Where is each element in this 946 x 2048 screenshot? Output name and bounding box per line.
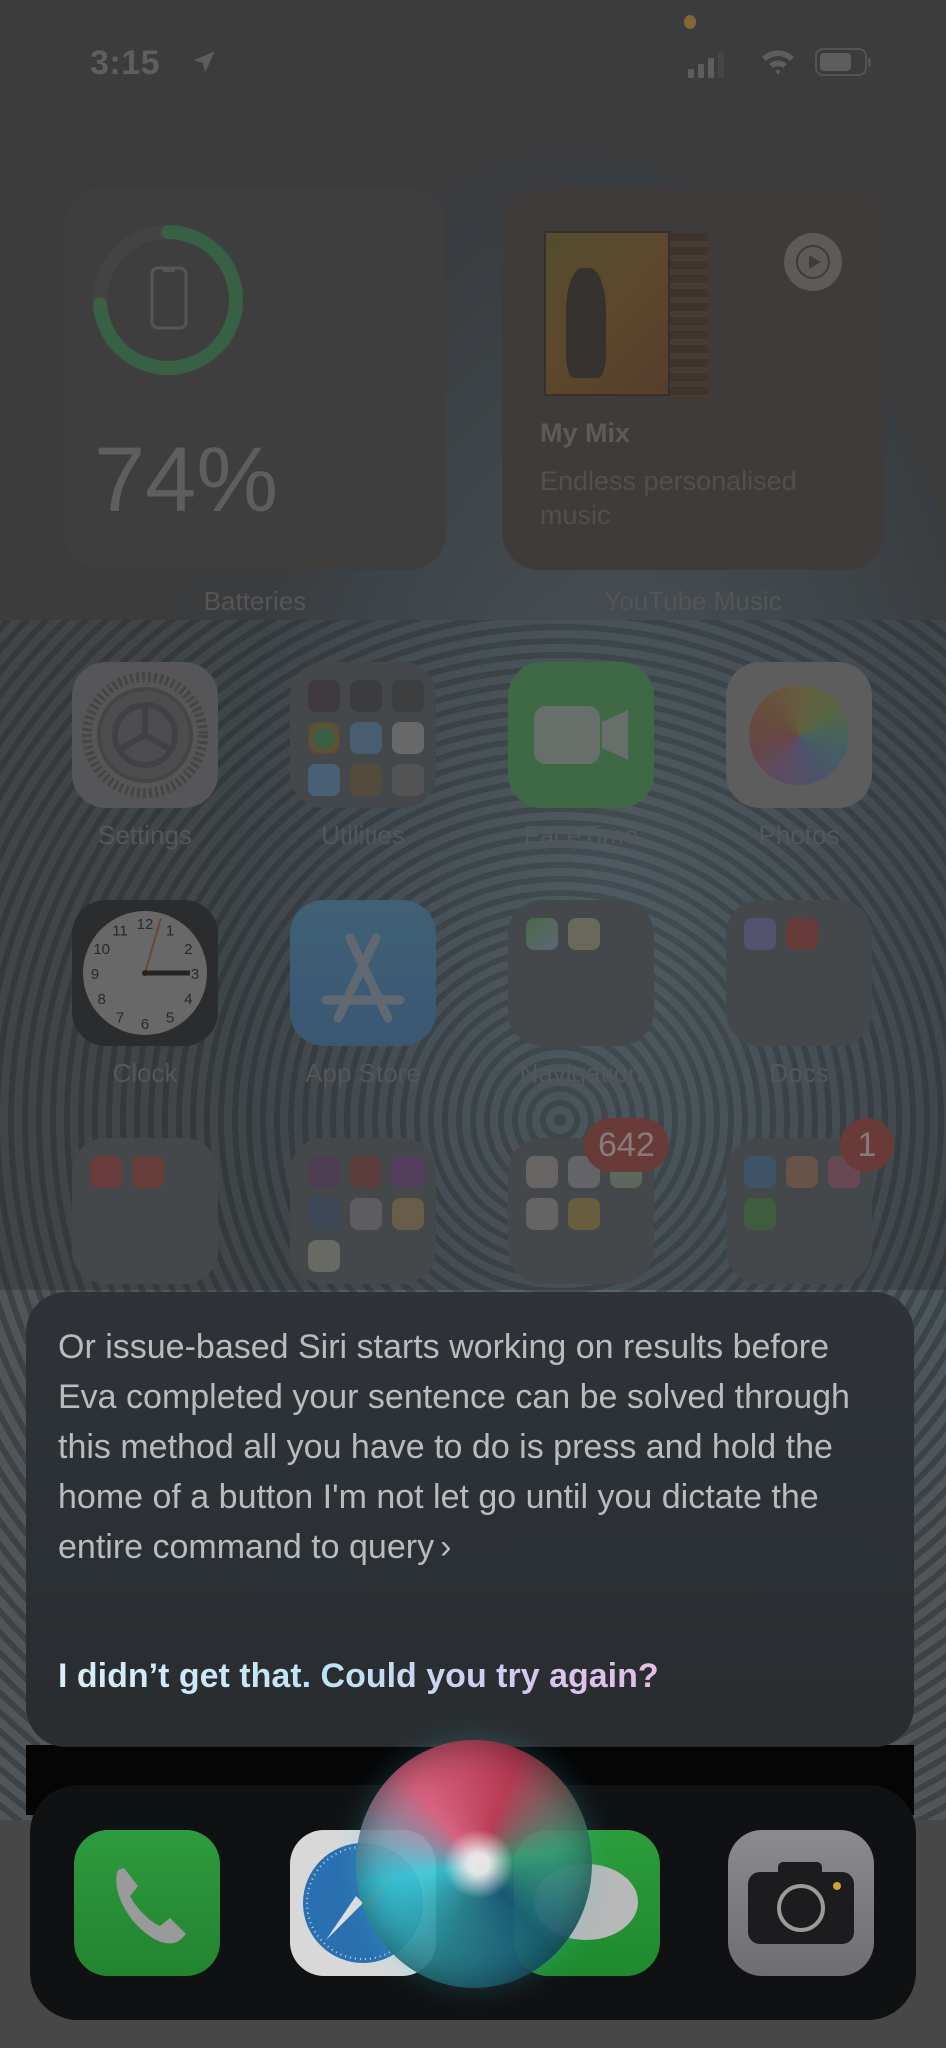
- dock-app-camera[interactable]: [728, 1830, 874, 1976]
- transcript-text: Or issue-based Siri starts working on re…: [58, 1328, 850, 1566]
- camera-icon: [748, 1862, 854, 1944]
- siri-response: I didn’t get that. Could you try again?: [58, 1657, 659, 1695]
- dock-app-phone[interactable]: [74, 1830, 220, 1976]
- phone-handset-icon: [116, 1868, 186, 1944]
- siri-dim-overlay: [0, 0, 946, 1290]
- siri-orb-icon[interactable]: [356, 1740, 592, 1988]
- siri-transcript[interactable]: Or issue-based Siri starts working on re…: [58, 1322, 888, 1572]
- siri-result-card: Or issue-based Siri starts working on re…: [26, 1292, 914, 1747]
- chevron-right-icon[interactable]: ›: [440, 1528, 451, 1566]
